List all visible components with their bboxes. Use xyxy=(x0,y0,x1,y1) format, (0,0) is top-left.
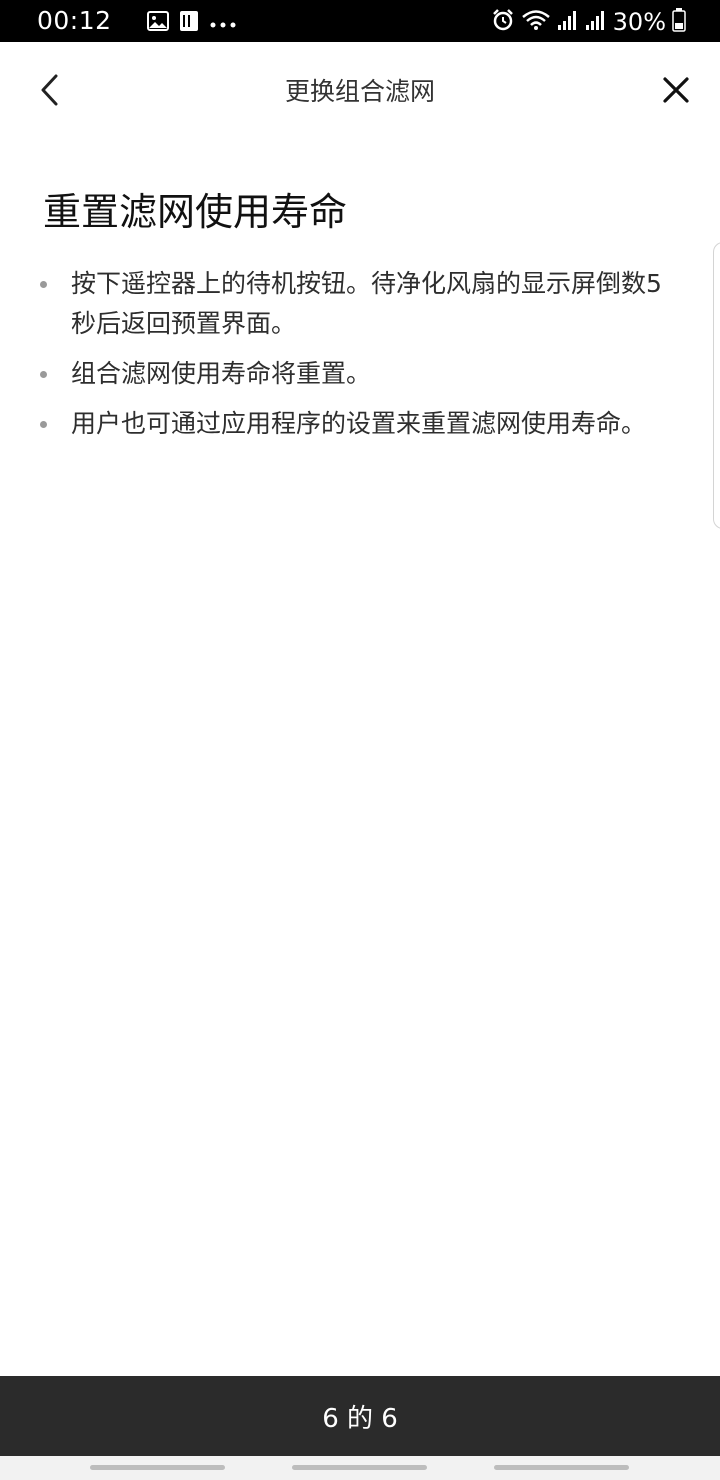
bullet-dot-icon xyxy=(40,371,47,378)
section-title: 重置滤网使用寿命 xyxy=(43,190,348,234)
edge-panel-handle[interactable] xyxy=(713,242,720,529)
list-item-text: 用户也可通过应用程序的设置来重置滤网使用寿命。 xyxy=(71,409,647,438)
page-indicator: 6 的 6 xyxy=(322,1403,398,1434)
status-left-icons xyxy=(147,10,237,36)
status-bar: 00:12 30% xyxy=(0,0,720,42)
instruction-list: 按下遥控器上的待机按钮。待净化风扇的显示屏倒数5秒后返回预置界面。 组合滤网使用… xyxy=(38,264,678,454)
nav-home-button[interactable] xyxy=(292,1465,427,1470)
system-nav-bar xyxy=(0,1456,720,1480)
close-button[interactable] xyxy=(654,70,698,114)
page-title: 更换组合滤网 xyxy=(284,77,435,106)
wifi-icon xyxy=(521,8,551,36)
battery-icon xyxy=(672,8,686,36)
list-item-text: 按下遥控器上的待机按钮。待净化风扇的显示屏倒数5秒后返回预置界面。 xyxy=(71,269,662,338)
sim-card-icon xyxy=(179,10,199,36)
bullet-dot-icon xyxy=(40,421,47,428)
status-right-icons: 30% xyxy=(491,8,686,36)
status-time: 00:12 xyxy=(37,6,112,35)
header: 更换组合滤网 xyxy=(0,42,720,142)
alarm-icon xyxy=(491,8,515,36)
list-item: 组合滤网使用寿命将重置。 xyxy=(38,354,678,394)
nav-back-button[interactable] xyxy=(494,1465,629,1470)
image-icon xyxy=(147,11,169,35)
battery-percentage: 30% xyxy=(612,8,666,36)
list-item: 按下遥控器上的待机按钮。待净化风扇的显示屏倒数5秒后返回预置界面。 xyxy=(38,264,678,344)
page-indicator-bar: 6 的 6 xyxy=(0,1376,720,1456)
list-item-text: 组合滤网使用寿命将重置。 xyxy=(71,359,372,388)
signal-icon xyxy=(585,9,607,35)
signal-icon xyxy=(557,9,579,35)
nav-recents-button[interactable] xyxy=(90,1465,225,1470)
more-dots-icon xyxy=(209,14,237,33)
list-item: 用户也可通过应用程序的设置来重置滤网使用寿命。 xyxy=(38,404,678,444)
close-icon xyxy=(662,76,690,108)
bullet-dot-icon xyxy=(40,281,47,288)
